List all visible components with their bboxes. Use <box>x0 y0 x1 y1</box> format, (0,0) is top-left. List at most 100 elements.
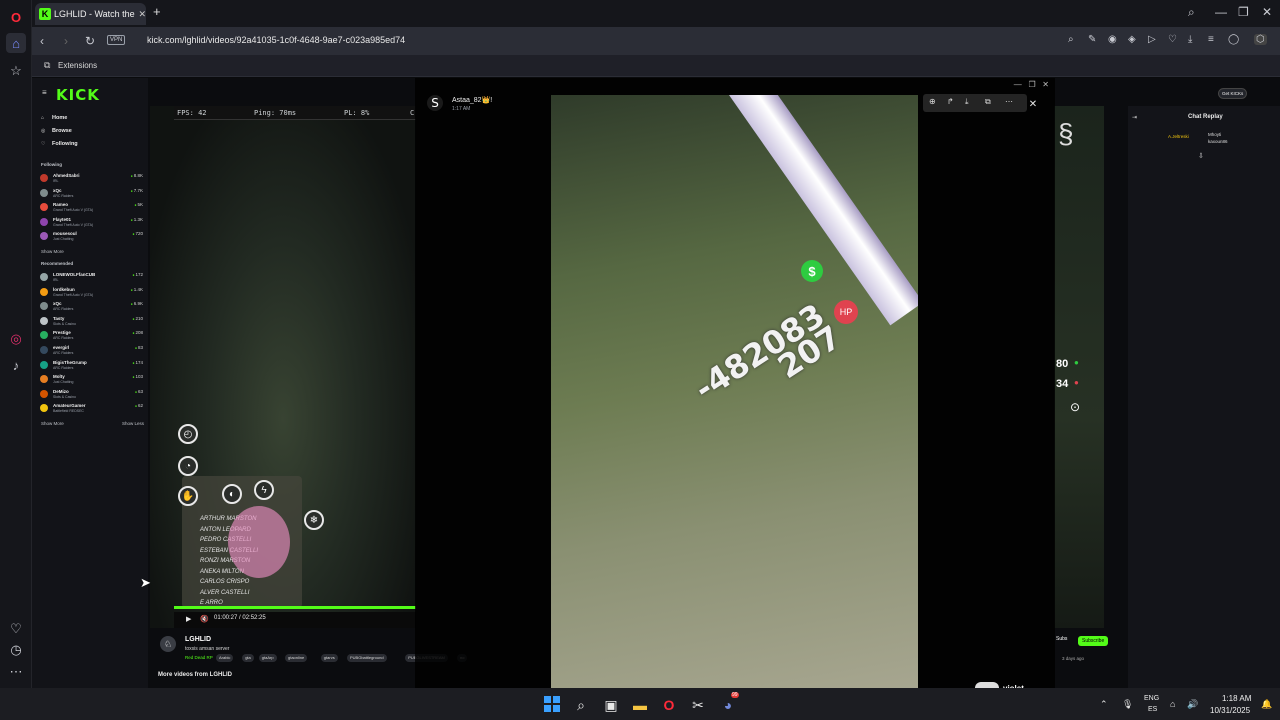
search-icon[interactable]: ⌕ <box>1068 34 1074 45</box>
back-button[interactable]: ‹ <box>40 34 44 48</box>
stream-tag[interactable]: gtaArp <box>258 654 277 662</box>
clock-time[interactable]: 1:18 AM <box>1222 694 1251 703</box>
progress-bar[interactable] <box>174 606 416 609</box>
volume-icon[interactable]: 🔊 <box>1187 699 1198 710</box>
stream-tag[interactable]: Arabic <box>216 654 234 662</box>
close-window-button[interactable]: ✕ <box>1262 5 1272 19</box>
recommended-channel[interactable]: BigisTheGrumpARC Raiders 174 <box>40 360 143 372</box>
stream-tag[interactable]: PUBGbattleground <box>347 654 387 662</box>
history-icon[interactable]: ◷ <box>6 640 26 660</box>
more-icon[interactable]: ⋯ <box>6 662 26 682</box>
recommended-channel[interactable]: evergirlARC Raiders 83 <box>40 345 143 357</box>
snipping-tool-icon[interactable]: ✂ <box>689 696 707 714</box>
kick-logo[interactable]: KICK <box>56 86 100 104</box>
stream-category[interactable]: Red Dead RP <box>185 655 213 660</box>
streamer-avatar[interactable]: ♘ <box>160 636 176 652</box>
instagram-icon[interactable]: ◎ <box>6 329 26 349</box>
task-view-icon[interactable]: ▣ <box>602 696 620 714</box>
search-icon[interactable]: ⌕ <box>572 696 590 714</box>
hamburger-icon[interactable]: ≡ <box>42 88 47 97</box>
network-icon[interactable]: ⌂ <box>1170 699 1175 709</box>
chat-user-3[interactable]: kaxoun86 <box>1208 139 1228 144</box>
show-less-recommended[interactable]: Show Less <box>122 421 144 426</box>
opera-logo-icon[interactable]: O <box>6 7 26 27</box>
streamer-name[interactable]: LGHLID <box>185 636 211 643</box>
minimize-button[interactable]: — <box>1215 5 1227 19</box>
play-icon[interactable]: ▶ <box>186 615 191 623</box>
menu-icon[interactable]: ≡ <box>1208 34 1214 45</box>
input-language[interactable]: ENG <box>1144 695 1159 702</box>
show-more-following[interactable]: Show More <box>41 249 64 254</box>
home-icon[interactable]: ⌂ <box>6 33 26 53</box>
following-channel[interactable]: Flayte01Grand Theft Auto V (GTA) 1.3K <box>40 217 143 229</box>
mute-icon[interactable]: 🔇 <box>200 615 209 623</box>
restore-button[interactable]: ❐ <box>1238 5 1249 19</box>
uploader-avatar[interactable]: ꓢ <box>427 95 443 111</box>
microphone-icon[interactable]: 🎙 <box>1122 699 1133 710</box>
search-tabs-icon[interactable]: ⌕ <box>1188 5 1195 20</box>
zoom-icon[interactable]: ⊕ <box>929 97 936 106</box>
nav-browse[interactable]: Browse <box>52 128 72 134</box>
chat-user-1[interactable]: A.Jeltreski <box>1168 134 1189 139</box>
following-channel[interactable]: AhmedSabriIRL 8.8K <box>40 173 143 185</box>
overlay-window-controls[interactable]: — ❐ ✕ <box>1014 80 1049 89</box>
video-player[interactable]: FPS: 42 Ping: 70ms PL: 8% C ◴ ◔ ARTHUR M… <box>150 106 416 628</box>
camera-icon[interactable]: ◉ <box>1108 34 1117 45</box>
gift-subs-button[interactable]: Subs <box>1056 636 1067 642</box>
heart-icon[interactable]: ♡ <box>6 619 26 639</box>
recommended-channel[interactable]: xQcARC Raiders 6.9K <box>40 301 143 313</box>
star-icon[interactable]: ☆ <box>6 61 26 81</box>
open-external-icon[interactable]: ⧉ <box>985 97 991 107</box>
profile-icon[interactable]: ◯ <box>1228 34 1239 45</box>
keyboard-layout[interactable]: ES <box>1148 706 1157 713</box>
stream-tag[interactable]: gtaonline <box>285 654 308 662</box>
chat-user-2[interactable]: Mhoyti <box>1208 132 1221 137</box>
recommended-channel[interactable]: MoltyJust Chatting 103 <box>40 374 143 386</box>
reload-button[interactable]: ↻ <box>85 34 95 48</box>
tab-active[interactable]: K LGHLID - Watch the VOD ✕ <box>35 3 146 25</box>
recommended-channel[interactable]: lordkebunGrand Theft Auto V (GTA) 1.4K <box>40 287 143 299</box>
following-channel[interactable]: RameoGrand Theft Auto V (GTA) 5K <box>40 202 143 214</box>
recommended-channel[interactable]: LONEWOLFfanCUBIRL 172 <box>40 272 143 284</box>
download-icon[interactable]: ⤓ <box>1188 34 1192 45</box>
download-icon[interactable]: ⤓ <box>965 97 969 107</box>
more-icon[interactable]: ⋯ <box>1005 97 1013 106</box>
windows-start-icon[interactable] <box>544 696 560 712</box>
tiktok-icon[interactable]: ♪ <box>6 355 26 375</box>
get-kicks-button[interactable]: Get KICKs <box>1218 88 1248 99</box>
vpn-badge[interactable]: VPN <box>107 35 126 45</box>
nav-home[interactable]: Home <box>52 115 67 121</box>
recommended-channel[interactable]: TastySlots & Casino 210 <box>40 316 143 328</box>
file-explorer-icon[interactable]: ▬ <box>631 696 649 714</box>
new-tab-button[interactable]: + <box>153 4 161 19</box>
close-viewer-button[interactable]: ✕ <box>1025 96 1041 112</box>
following-channel[interactable]: xQcARC Raiders 7.7K <box>40 188 143 200</box>
recommended-channel[interactable]: PrestigeARC Raiders 208 <box>40 330 143 342</box>
notifications-icon[interactable]: 🔔 <box>1261 699 1272 710</box>
discord-icon[interactable]: ◕ <box>719 696 737 714</box>
following-channel[interactable]: mousesoulJust Chatting 720 <box>40 231 143 243</box>
extensions-label[interactable]: Extensions <box>58 61 97 70</box>
stream-tag[interactable]: gta <box>242 654 254 662</box>
recommended-channel[interactable]: AmateurGamerBattlefield REDSEC 62 <box>40 403 143 415</box>
extension-cube-icon[interactable]: ⬡ <box>1254 34 1267 45</box>
uploader-name[interactable]: Astaa_82👑! <box>452 96 492 104</box>
share-icon[interactable]: ↱ <box>947 97 954 106</box>
heart-icon[interactable]: ♡ <box>1168 34 1177 45</box>
opera-icon[interactable]: O <box>660 696 678 714</box>
subscribe-button[interactable]: Subscribe <box>1078 636 1109 646</box>
show-more-recommended[interactable]: Show More <box>41 421 64 426</box>
url-field[interactable]: kick.com/lghlid/videos/92a41035-1c0f-464… <box>147 35 405 45</box>
tray-overflow-icon[interactable]: ⌃ <box>1100 699 1108 710</box>
forward-button[interactable]: › <box>64 34 68 48</box>
tab-close-icon[interactable]: ✕ <box>138 9 146 20</box>
play-icon[interactable]: ▷ <box>1148 34 1156 45</box>
clock-date[interactable]: 10/31/2025 <box>1210 706 1250 715</box>
nav-following[interactable]: Following <box>52 141 78 147</box>
stream-tag[interactable]: gtarvs <box>320 654 338 662</box>
collapse-chat-icon[interactable]: ⇥ <box>1132 114 1137 121</box>
scroll-down-icon[interactable]: ⇩ <box>1198 152 1204 160</box>
edit-icon[interactable]: ✎ <box>1088 34 1096 45</box>
recommended-channel[interactable]: DeMizoSlots & Casino 63 <box>40 389 143 401</box>
shield-icon[interactable]: ◈ <box>1128 34 1136 45</box>
